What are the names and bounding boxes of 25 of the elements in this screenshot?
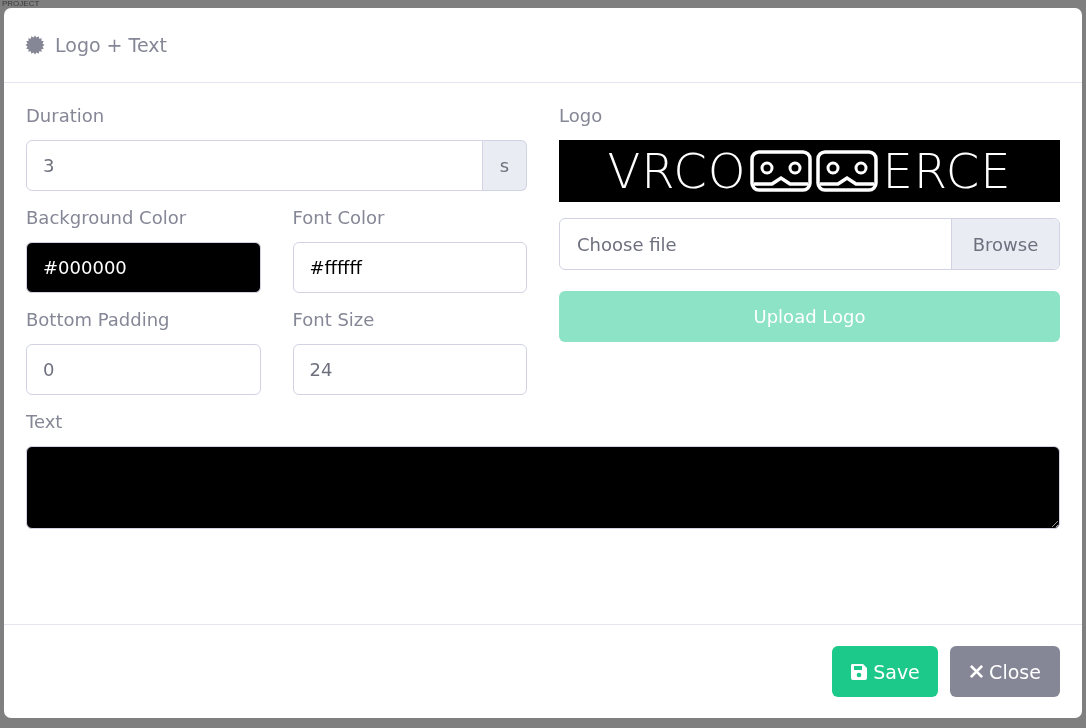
unit-label: s — [483, 140, 527, 191]
vr-headset-icon — [750, 150, 813, 192]
field-label: Font Color — [292, 207, 386, 229]
browse-button[interactable]: Browse — [951, 219, 1059, 269]
close-button[interactable]: Close — [950, 646, 1060, 697]
logo-text: VRCO — [607, 146, 747, 196]
color-field[interactable]: #000000 — [26, 242, 261, 293]
color-field[interactable]: #ffffff — [292, 242, 527, 293]
vr-headset-icon — [816, 150, 879, 192]
field-label: Duration — [26, 105, 106, 127]
logo-text: ERCE — [882, 146, 1012, 196]
field-label: Background Color — [26, 207, 188, 229]
modal-title: Logo + Text — [55, 34, 167, 56]
input-field[interactable]: 24 — [292, 344, 527, 395]
close-icon — [969, 664, 985, 679]
input-field[interactable]: 0 — [26, 344, 261, 395]
page-heading: PROJECT — [2, 0, 40, 8]
text-area[interactable] — [26, 446, 1060, 529]
gear-icon — [25, 35, 45, 55]
input-field[interactable]: 3 — [26, 140, 483, 191]
field-label: Logo — [559, 105, 604, 127]
field-label: Font Size — [292, 309, 376, 331]
field-label: Bottom Padding — [26, 309, 171, 331]
file-input[interactable]: Choose file Browse — [559, 218, 1060, 270]
field-label: Text — [26, 411, 64, 433]
